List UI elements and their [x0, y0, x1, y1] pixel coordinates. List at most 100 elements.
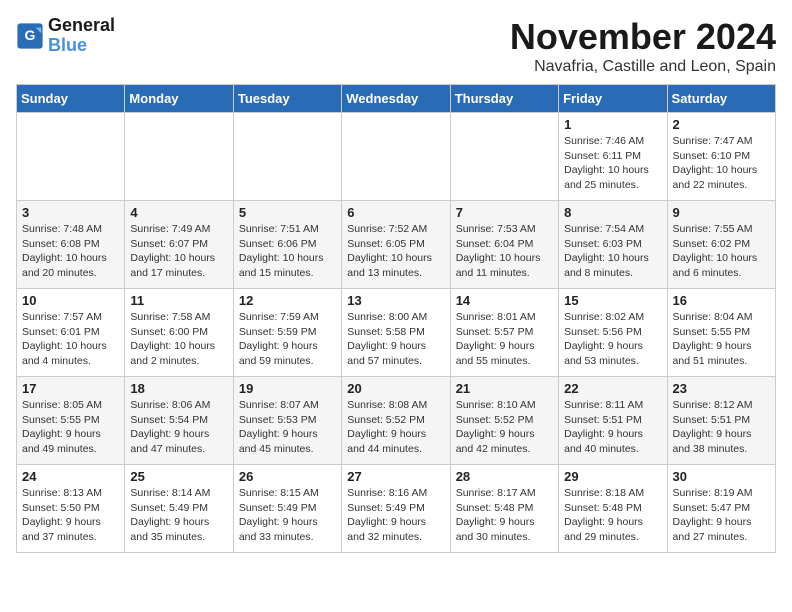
col-sunday: Sunday [17, 85, 125, 113]
day-number: 11 [130, 293, 227, 308]
day-cell: 24 Sunrise: 8:13 AM Sunset: 5:50 PM Dayli… [17, 465, 125, 553]
day-number: 27 [347, 469, 444, 484]
day-cell: 25Sunrise: 8:14 AM Sunset: 5:49 PM Dayli… [125, 465, 233, 553]
day-number: 14 [456, 293, 553, 308]
calendar-table: Sunday Monday Tuesday Wednesday Thursday… [16, 84, 776, 553]
day-cell: 21Sunrise: 8:10 AM Sunset: 5:52 PM Dayli… [450, 377, 558, 465]
day-cell: 3Sunrise: 7:48 AM Sunset: 6:08 PM Daylig… [17, 201, 125, 289]
day-info: Sunrise: 7:55 AM Sunset: 6:02 PM Dayligh… [673, 222, 770, 281]
day-info: Sunrise: 7:59 AM Sunset: 5:59 PM Dayligh… [239, 310, 336, 369]
month-title: November 2024 [510, 16, 776, 58]
day-cell: 18Sunrise: 8:06 AM Sunset: 5:54 PM Dayli… [125, 377, 233, 465]
week-row-2: 3Sunrise: 7:48 AM Sunset: 6:08 PM Daylig… [17, 201, 776, 289]
day-cell [450, 113, 558, 201]
day-number: 9 [673, 205, 770, 220]
day-number: 15 [564, 293, 661, 308]
day-info: Sunrise: 8:13 AM Sunset: 5:50 PM Dayligh… [22, 486, 119, 545]
day-number: 28 [456, 469, 553, 484]
day-number: 18 [130, 381, 227, 396]
day-cell: 14 Sunrise: 8:01 AM Sunset: 5:57 PM Dayli… [450, 289, 558, 377]
day-info: Sunrise: 8:07 AM Sunset: 5:53 PM Dayligh… [239, 398, 336, 457]
day-info: Sunrise: 7:52 AM Sunset: 6:05 PM Dayligh… [347, 222, 444, 281]
col-monday: Monday [125, 85, 233, 113]
day-cell: 10 Sunrise: 7:57 AM Sunset: 6:01 PM Dayli… [17, 289, 125, 377]
day-info: Sunrise: 8:18 AM Sunset: 5:48 PM Dayligh… [564, 486, 661, 545]
day-number: 23 [673, 381, 770, 396]
day-number: 10 [22, 293, 119, 308]
day-info: Sunrise: 8:00 AM Sunset: 5:58 PM Dayligh… [347, 310, 444, 369]
day-cell: 12 Sunrise: 7:59 AM Sunset: 5:59 PM Dayli… [233, 289, 341, 377]
day-number: 13 [347, 293, 444, 308]
svg-text:G: G [25, 27, 36, 43]
week-row-3: 10 Sunrise: 7:57 AM Sunset: 6:01 PM Dayli… [17, 289, 776, 377]
day-info: Sunrise: 8:12 AM Sunset: 5:51 PM Dayligh… [673, 398, 770, 457]
day-cell: 28 Sunrise: 8:17 AM Sunset: 5:48 PM Dayli… [450, 465, 558, 553]
week-row-5: 24 Sunrise: 8:13 AM Sunset: 5:50 PM Dayli… [17, 465, 776, 553]
logo-icon: G [16, 22, 44, 50]
logo-line1: General [48, 16, 115, 36]
day-cell [233, 113, 341, 201]
day-cell: 13 Sunrise: 8:00 AM Sunset: 5:58 PM Dayli… [342, 289, 450, 377]
day-cell: 8 Sunrise: 7:54 AM Sunset: 6:03 PM Daylig… [559, 201, 667, 289]
day-cell: 26Sunrise: 8:15 AM Sunset: 5:49 PM Dayli… [233, 465, 341, 553]
day-info: Sunrise: 8:14 AM Sunset: 5:49 PM Dayligh… [130, 486, 227, 545]
day-cell [17, 113, 125, 201]
day-number: 26 [239, 469, 336, 484]
day-info: Sunrise: 7:57 AM Sunset: 6:01 PM Dayligh… [22, 310, 119, 369]
logo-text: General Blue [48, 16, 115, 56]
day-number: 8 [564, 205, 661, 220]
day-cell: 7 Sunrise: 7:53 AM Sunset: 6:04 PM Daylig… [450, 201, 558, 289]
day-number: 4 [130, 205, 227, 220]
day-cell: 19Sunrise: 8:07 AM Sunset: 5:53 PM Dayli… [233, 377, 341, 465]
day-cell: 20Sunrise: 8:08 AM Sunset: 5:52 PM Dayli… [342, 377, 450, 465]
day-info: Sunrise: 7:54 AM Sunset: 6:03 PM Dayligh… [564, 222, 661, 281]
day-cell: 11Sunrise: 7:58 AM Sunset: 6:00 PM Dayli… [125, 289, 233, 377]
day-cell: 6Sunrise: 7:52 AM Sunset: 6:05 PM Daylig… [342, 201, 450, 289]
day-number: 24 [22, 469, 119, 484]
day-info: Sunrise: 8:11 AM Sunset: 5:51 PM Dayligh… [564, 398, 661, 457]
calendar-body: 1Sunrise: 7:46 AM Sunset: 6:11 PM Daylig… [17, 113, 776, 553]
col-wednesday: Wednesday [342, 85, 450, 113]
day-cell: 23 Sunrise: 8:12 AM Sunset: 5:51 PM Dayli… [667, 377, 775, 465]
col-thursday: Thursday [450, 85, 558, 113]
day-info: Sunrise: 7:49 AM Sunset: 6:07 PM Dayligh… [130, 222, 227, 281]
logo: G General Blue [16, 16, 115, 56]
day-info: Sunrise: 8:02 AM Sunset: 5:56 PM Dayligh… [564, 310, 661, 369]
day-number: 3 [22, 205, 119, 220]
day-info: Sunrise: 8:16 AM Sunset: 5:49 PM Dayligh… [347, 486, 444, 545]
col-tuesday: Tuesday [233, 85, 341, 113]
day-number: 1 [564, 117, 661, 132]
day-cell: 29 Sunrise: 8:18 AM Sunset: 5:48 PM Dayli… [559, 465, 667, 553]
day-cell: 1Sunrise: 7:46 AM Sunset: 6:11 PM Daylig… [559, 113, 667, 201]
day-cell: 15 Sunrise: 8:02 AM Sunset: 5:56 PM Dayli… [559, 289, 667, 377]
title-block: November 2024 Navafria, Castille and Leo… [510, 16, 776, 76]
day-cell [125, 113, 233, 201]
day-number: 7 [456, 205, 553, 220]
day-cell: 22Sunrise: 8:11 AM Sunset: 5:51 PM Dayli… [559, 377, 667, 465]
location-title: Navafria, Castille and Leon, Spain [510, 58, 776, 76]
day-number: 12 [239, 293, 336, 308]
header: G General Blue November 2024 Navafria, C… [16, 16, 776, 76]
week-row-4: 17Sunrise: 8:05 AM Sunset: 5:55 PM Dayli… [17, 377, 776, 465]
day-cell: 9 Sunrise: 7:55 AM Sunset: 6:02 PM Daylig… [667, 201, 775, 289]
day-number: 2 [673, 117, 770, 132]
day-cell: 16Sunrise: 8:04 AM Sunset: 5:55 PM Dayli… [667, 289, 775, 377]
day-info: Sunrise: 8:01 AM Sunset: 5:57 PM Dayligh… [456, 310, 553, 369]
day-info: Sunrise: 7:53 AM Sunset: 6:04 PM Dayligh… [456, 222, 553, 281]
logo-line2: Blue [48, 35, 87, 55]
day-info: Sunrise: 7:51 AM Sunset: 6:06 PM Dayligh… [239, 222, 336, 281]
day-info: Sunrise: 7:47 AM Sunset: 6:10 PM Dayligh… [673, 134, 770, 193]
day-cell: 27 Sunrise: 8:16 AM Sunset: 5:49 PM Dayli… [342, 465, 450, 553]
col-saturday: Saturday [667, 85, 775, 113]
day-number: 30 [673, 469, 770, 484]
day-number: 29 [564, 469, 661, 484]
week-row-1: 1Sunrise: 7:46 AM Sunset: 6:11 PM Daylig… [17, 113, 776, 201]
day-number: 20 [347, 381, 444, 396]
day-info: Sunrise: 8:10 AM Sunset: 5:52 PM Dayligh… [456, 398, 553, 457]
day-info: Sunrise: 8:04 AM Sunset: 5:55 PM Dayligh… [673, 310, 770, 369]
day-info: Sunrise: 8:19 AM Sunset: 5:47 PM Dayligh… [673, 486, 770, 545]
calendar-header: Sunday Monday Tuesday Wednesday Thursday… [17, 85, 776, 113]
day-cell: 30 Sunrise: 8:19 AM Sunset: 5:47 PM Dayli… [667, 465, 775, 553]
day-cell: 17Sunrise: 8:05 AM Sunset: 5:55 PM Dayli… [17, 377, 125, 465]
day-info: Sunrise: 8:17 AM Sunset: 5:48 PM Dayligh… [456, 486, 553, 545]
